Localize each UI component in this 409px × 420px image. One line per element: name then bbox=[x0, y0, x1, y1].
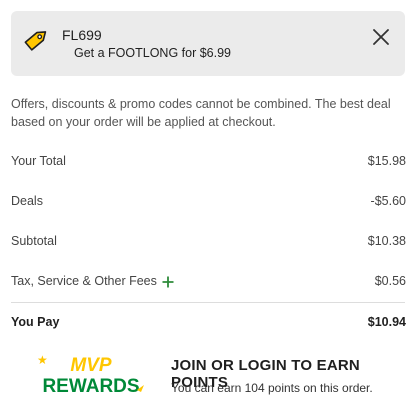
you-pay-row: You Pay $10.94 bbox=[11, 315, 406, 335]
divider bbox=[11, 302, 405, 303]
your-total-row: Your Total $15.98 bbox=[11, 154, 406, 174]
plus-icon[interactable] bbox=[162, 276, 174, 288]
you-pay-label: You Pay bbox=[11, 315, 60, 329]
your-total-label: Your Total bbox=[11, 154, 66, 168]
promo-description: Get a FOOTLONG for $6.99 bbox=[74, 46, 232, 60]
promo-code: FL699 bbox=[62, 27, 102, 43]
rewards-subtext: You can earn 104 points on this order. bbox=[171, 381, 373, 395]
promo-card: FL699 Get a FOOTLONG for $6.99 bbox=[11, 11, 405, 76]
svg-text:★: ★ bbox=[37, 353, 48, 367]
subtotal-value: $10.38 bbox=[367, 234, 406, 248]
mvp-rewards-logo: ★ MVP REWARDS bbox=[37, 353, 144, 397]
logo-rewards-text: REWARDS bbox=[42, 376, 139, 397]
deals-value: -$5.60 bbox=[370, 194, 406, 208]
your-total-value: $15.98 bbox=[367, 154, 406, 168]
deals-row: Deals -$5.60 bbox=[11, 194, 406, 214]
deals-label: Deals bbox=[11, 194, 43, 208]
fees-row: Tax, Service & Other Fees $0.56 bbox=[11, 274, 406, 294]
tag-icon bbox=[24, 31, 47, 51]
fees-label: Tax, Service & Other Fees bbox=[11, 274, 157, 288]
logo-mvp-text: MVP bbox=[70, 355, 112, 376]
promo-disclaimer: Offers, discounts & promo codes cannot b… bbox=[11, 97, 391, 129]
subtotal-row: Subtotal $10.38 bbox=[11, 234, 406, 254]
you-pay-value: $10.94 bbox=[367, 315, 406, 329]
fees-value: $0.56 bbox=[374, 274, 406, 288]
fees-label-group: Tax, Service & Other Fees bbox=[11, 274, 174, 288]
subtotal-label: Subtotal bbox=[11, 234, 57, 248]
close-icon[interactable] bbox=[369, 25, 393, 49]
